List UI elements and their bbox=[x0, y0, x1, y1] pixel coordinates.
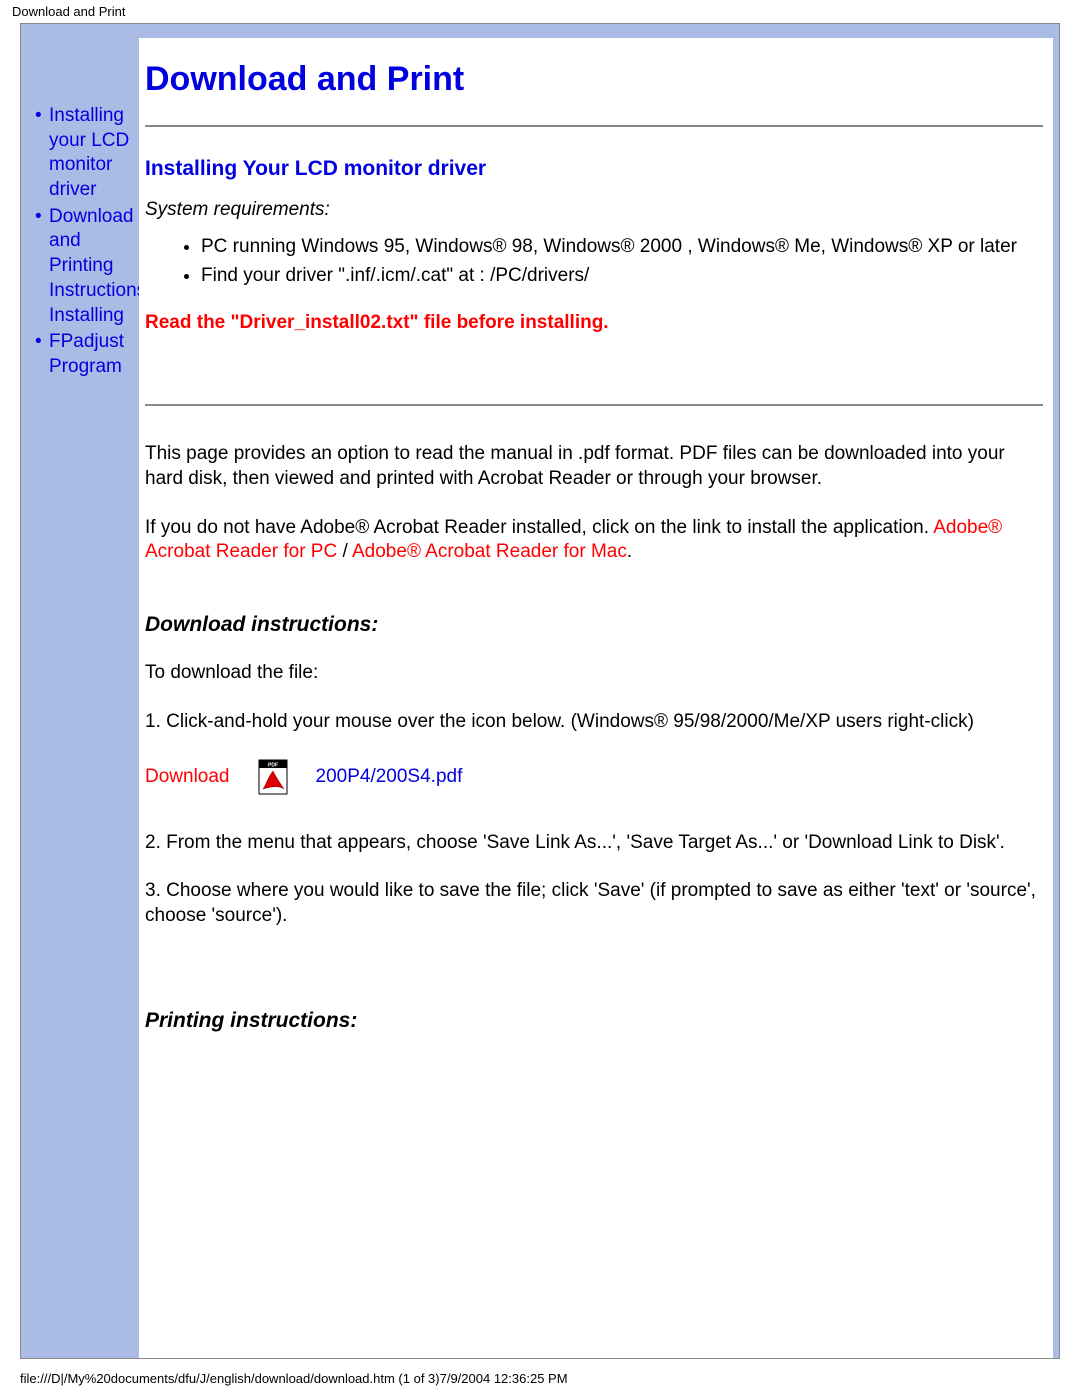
intro-suffix: . bbox=[627, 541, 632, 562]
page-frame: • Installing your LCD monitor driver • D… bbox=[20, 23, 1060, 1359]
download-row: Download PDF 200P4/200S4.pdf bbox=[145, 759, 1043, 795]
bullet-icon: • bbox=[35, 104, 49, 203]
printing-instructions-heading: Printing instructions: bbox=[145, 1009, 1043, 1033]
sidebar-item-installing-driver[interactable]: • Installing your LCD monitor driver bbox=[35, 104, 139, 203]
sidebar-link[interactable]: FPadjust Program bbox=[49, 330, 139, 379]
pdf-download-link[interactable]: 200P4/200S4.pdf bbox=[316, 766, 463, 788]
divider bbox=[145, 125, 1043, 127]
sidebar-item-download-instructions[interactable]: • Download and Printing Instructions Ins… bbox=[35, 205, 139, 328]
footer-file-path: file:///D|/My%20documents/dfu/J/english/… bbox=[0, 1359, 1080, 1394]
bullet-icon: • bbox=[35, 330, 49, 379]
download-label: Download bbox=[145, 766, 230, 788]
svg-text:PDF: PDF bbox=[268, 762, 278, 768]
browser-header-title: Download and Print bbox=[0, 0, 1080, 23]
main-content: Download and Print Installing Your LCD m… bbox=[139, 38, 1053, 1358]
link-separator: / bbox=[337, 541, 352, 562]
page-title: Download and Print bbox=[145, 60, 1043, 99]
intro-paragraph-1: This page provides an option to read the… bbox=[145, 442, 1043, 491]
download-step-2: 2. From the menu that appears, choose 'S… bbox=[145, 831, 1043, 856]
requirement-item: Find your driver ".inf/.icm/.cat" at : /… bbox=[201, 264, 1043, 289]
divider bbox=[145, 404, 1043, 406]
requirements-list: PC running Windows 95, Windows® 98, Wind… bbox=[145, 235, 1043, 288]
acrobat-mac-link[interactable]: Adobe® Acrobat Reader for Mac bbox=[352, 541, 627, 562]
download-step-1: 1. Click-and-hold your mouse over the ic… bbox=[145, 710, 1043, 735]
bullet-icon: • bbox=[35, 205, 49, 328]
download-instructions-heading: Download instructions: bbox=[145, 613, 1043, 637]
requirement-item: PC running Windows 95, Windows® 98, Wind… bbox=[201, 235, 1043, 260]
intro-text: If you do not have Adobe® Acrobat Reader… bbox=[145, 517, 933, 538]
install-warning: Read the "Driver_install02.txt" file bef… bbox=[145, 312, 1043, 334]
section-heading-install-driver: Installing Your LCD monitor driver bbox=[145, 157, 1043, 181]
pdf-icon[interactable]: PDF bbox=[258, 759, 288, 795]
download-intro: To download the file: bbox=[145, 661, 1043, 686]
system-requirements-label: System requirements: bbox=[145, 199, 1043, 221]
sidebar-link[interactable]: Installing your LCD monitor driver bbox=[49, 104, 139, 203]
download-step-3: 3. Choose where you would like to save t… bbox=[145, 879, 1043, 928]
sidebar-item-fpadjust[interactable]: • FPadjust Program bbox=[35, 330, 139, 379]
sidebar-nav: • Installing your LCD monitor driver • D… bbox=[27, 38, 139, 382]
sidebar-link[interactable]: Download and Printing Instructions Insta… bbox=[49, 205, 146, 328]
intro-paragraph-2: If you do not have Adobe® Acrobat Reader… bbox=[145, 516, 1043, 565]
